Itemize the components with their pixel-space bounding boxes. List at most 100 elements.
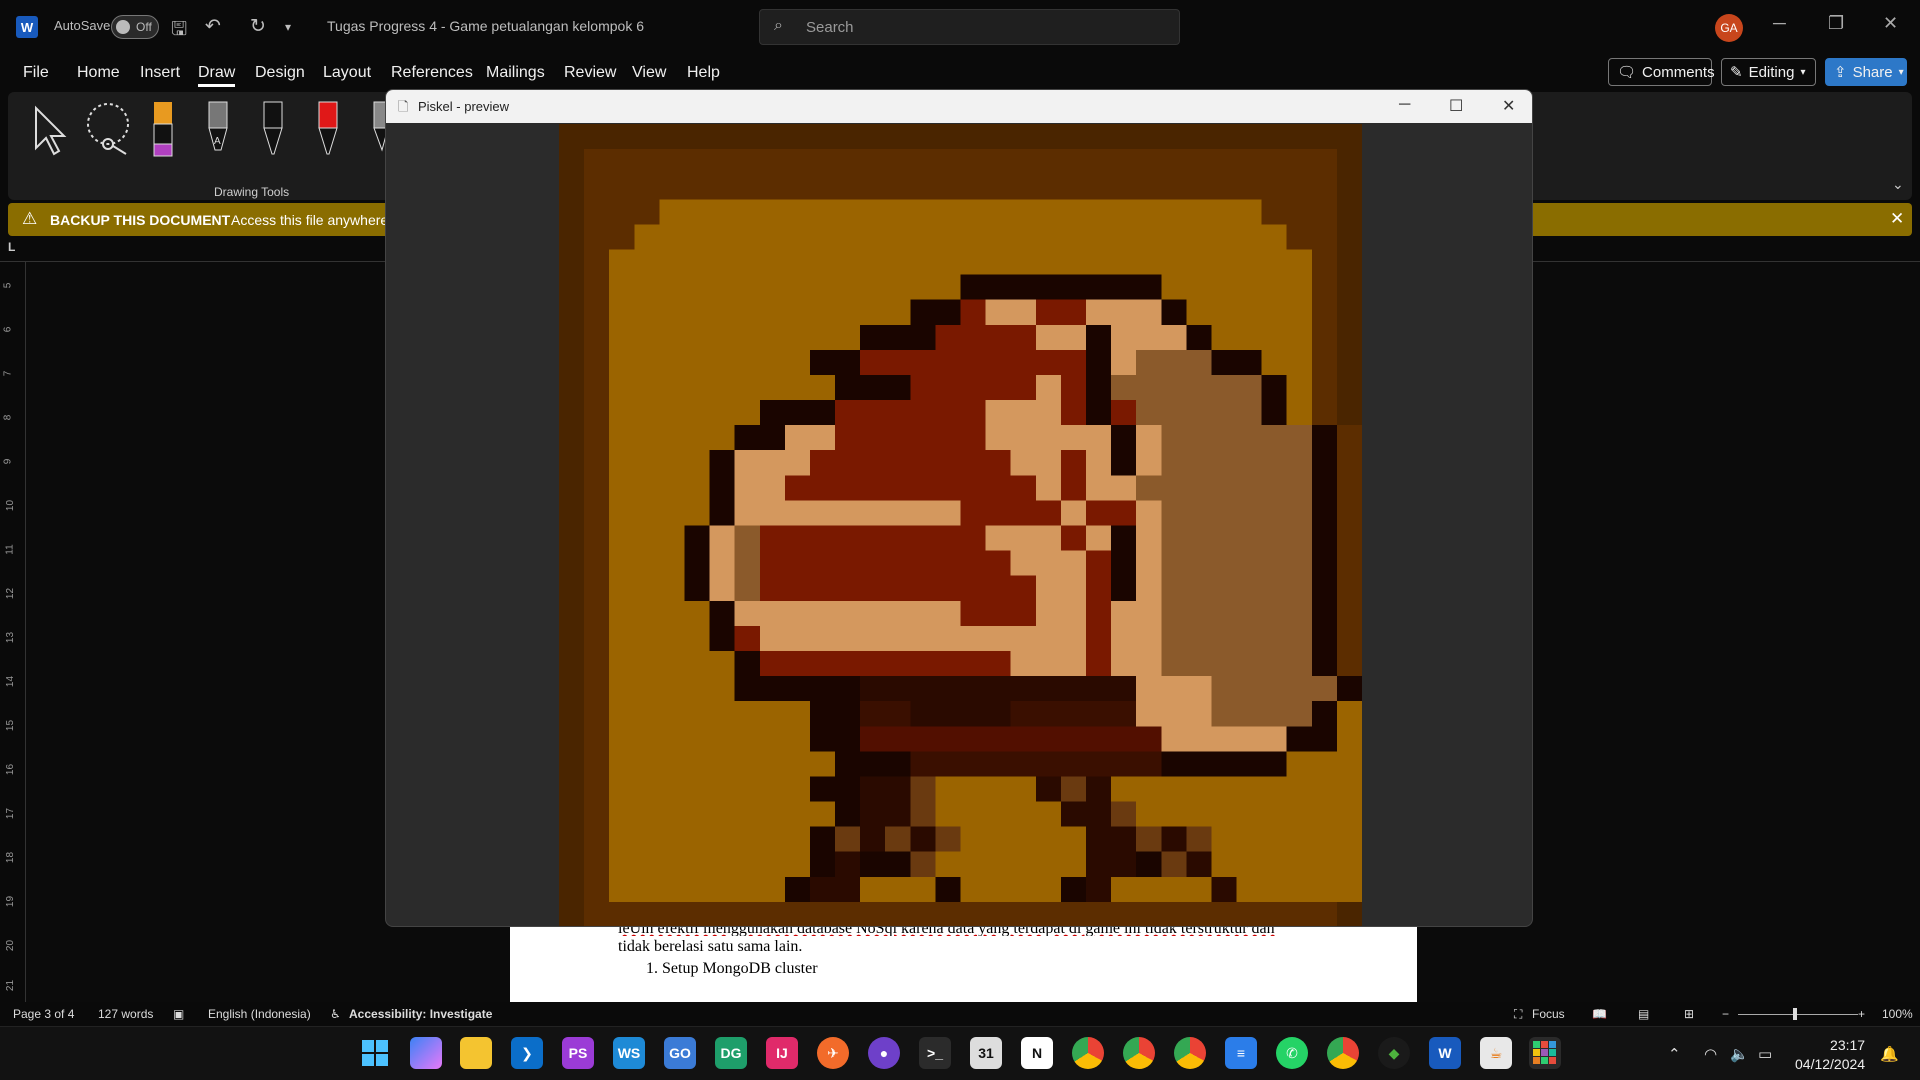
zoom-slider[interactable] [1738,1008,1858,1020]
pencil-icon[interactable]: A [203,98,233,162]
pixel [1236,550,1262,576]
notification-icon[interactable]: 🔔 [1880,1045,1899,1063]
ribbon-collapse-icon[interactable]: ⌄ [1892,176,1904,193]
battery-icon[interactable]: ▭ [1758,1045,1772,1063]
notepad-icon[interactable]: ≡ [1225,1037,1257,1069]
pixel [1111,400,1137,426]
undo-icon[interactable]: ↶ [205,15,221,38]
pixel [885,876,911,902]
select-tool-icon[interactable] [30,98,70,158]
preview-title-bar[interactable]: 🗋 Piskel - preview ─ ☐ ✕ [386,90,1532,123]
pixel [1186,475,1212,501]
tab-layout[interactable]: Layout [323,64,371,82]
search-box[interactable]: ⌕ Search [759,9,1180,45]
restore-icon[interactable]: ❐ [1828,13,1844,34]
pixel [609,625,635,651]
zoom-level[interactable]: 100% [1882,1007,1913,1021]
tab-insert[interactable]: Insert [140,64,180,82]
vscode-icon[interactable]: ❯ [511,1037,543,1069]
zoom-slider-thumb[interactable] [1793,1008,1797,1020]
word-count[interactable]: 127 words [98,1007,153,1021]
file-explorer-icon[interactable] [460,1037,492,1069]
chrome-icon[interactable] [1072,1037,1104,1069]
tab-review[interactable]: Review [564,64,616,82]
tab-file[interactable]: File [23,64,49,82]
pixel [1211,751,1237,777]
pixel [885,299,911,325]
comments-button[interactable]: 🗨 Comments [1608,58,1715,86]
customize-quick-access-icon[interactable]: ▾ [285,20,291,34]
chrome-icon[interactable] [1123,1037,1155,1069]
postman-icon[interactable]: ✈ [817,1037,849,1069]
pixel [1261,776,1287,802]
whatsapp-icon[interactable]: ✆ [1276,1037,1308,1069]
pixel [1286,425,1312,451]
save-icon[interactable]: 🖫 [171,15,187,47]
clock[interactable]: 23:17 04/12/2024 [1795,1036,1865,1074]
tab-home[interactable]: Home [77,64,120,82]
terminal-icon[interactable]: >_ [919,1037,951,1069]
word-icon[interactable]: W [1429,1037,1461,1069]
pixel [659,475,685,501]
pen-black-icon[interactable] [258,98,288,162]
autosave-toggle[interactable]: Off [111,15,159,39]
pixel [1111,425,1137,451]
highlighter-icon[interactable] [148,98,178,162]
notion-icon[interactable]: N [1021,1037,1053,1069]
calendar-icon[interactable]: 31 [970,1037,1002,1069]
pixel [1211,776,1237,802]
editing-button[interactable]: ✎ Editing ▾ [1721,58,1816,86]
start-icon[interactable] [359,1037,391,1069]
proofing-icon[interactable]: ▣ [173,1007,184,1021]
github-desktop-icon[interactable]: ● [868,1037,900,1069]
phpstorm-icon[interactable]: PS [562,1037,594,1069]
tab-design[interactable]: Design [255,64,305,82]
infobar-close-icon[interactable]: ✕ [1890,209,1904,229]
close-icon[interactable]: ✕ [1502,96,1515,116]
tab-view[interactable]: View [632,64,666,82]
document-page[interactable]: ieUih efektif menggunakan database NoSql… [510,920,1417,1002]
maximize-icon[interactable]: ☐ [1449,96,1463,116]
web-layout-icon[interactable]: ⊞ [1684,1007,1694,1021]
tab-mailings[interactable]: Mailings [486,64,545,82]
tab-stop-selector-icon[interactable]: L [8,240,15,254]
piskel-preview-window[interactable]: 🗋 Piskel - preview ─ ☐ ✕ [385,89,1533,927]
avatar[interactable]: GA [1715,14,1743,42]
chrome-icon[interactable] [1174,1037,1206,1069]
zoom-out-icon[interactable]: − [1722,1007,1729,1021]
share-button[interactable]: ⇪ Share ▾ [1825,58,1907,86]
lasso-tool-icon[interactable] [82,98,138,158]
pixel [809,550,836,576]
minimize-icon[interactable]: ─ [1773,13,1786,34]
redo-icon[interactable]: ↻ [250,15,266,38]
pixel [935,726,961,752]
close-icon[interactable]: ✕ [1883,13,1898,34]
print-layout-icon[interactable]: ▤ [1638,1007,1649,1021]
language-indicator[interactable]: English (Indonesia) [208,1007,311,1021]
java-icon[interactable]: ☕ [1480,1037,1512,1069]
piskel-icon[interactable] [1529,1037,1561,1069]
wifi-icon[interactable]: ◠ [1704,1045,1717,1063]
tab-help[interactable]: Help [687,64,720,82]
datagrip-icon[interactable]: DG [715,1037,747,1069]
mongodb-compass-icon[interactable]: ◆ [1378,1037,1410,1069]
pen-red-icon[interactable] [313,98,343,162]
focus-button[interactable]: Focus [1532,1007,1565,1021]
tab-references[interactable]: References [391,64,473,82]
pixel [1136,600,1162,626]
intellij-icon[interactable]: IJ [766,1037,798,1069]
goland-icon[interactable]: GO [664,1037,696,1069]
volume-icon[interactable]: 🔈 [1730,1045,1749,1063]
chevron-up-icon[interactable]: ⌃ [1668,1045,1681,1063]
page-count[interactable]: Page 3 of 4 [13,1007,74,1021]
chrome-icon[interactable] [1327,1037,1359,1069]
read-mode-icon[interactable]: 📖 [1592,1007,1607,1021]
accessibility-status[interactable]: Accessibility: Investigate [349,1007,492,1021]
document-title[interactable]: Tugas Progress 4 - Game petualangan kelo… [327,18,644,34]
zoom-in-icon[interactable]: + [1858,1007,1865,1021]
minimize-icon[interactable]: ─ [1399,96,1410,114]
pixel [885,400,911,426]
tab-draw[interactable]: Draw [198,64,236,87]
webstorm-icon[interactable]: WS [613,1037,645,1069]
copilot-icon[interactable] [410,1037,442,1069]
